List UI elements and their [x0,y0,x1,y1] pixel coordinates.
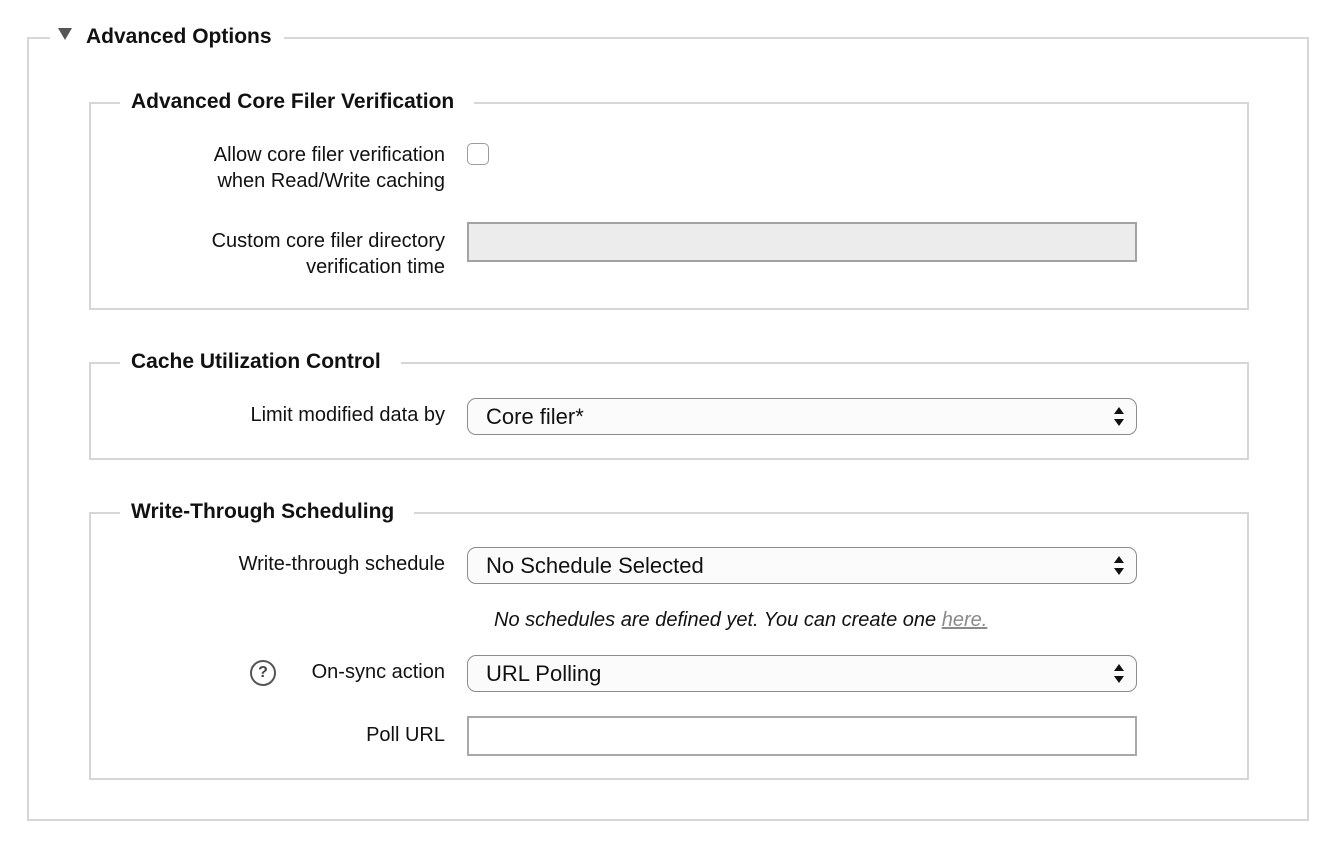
write-through-group-title: Write-Through Scheduling [120,498,415,526]
no-schedules-hint: No schedules are defined yet. You can cr… [494,609,988,631]
select-arrows-icon [1114,556,1124,576]
create-schedule-link[interactable]: here. [942,609,988,631]
advanced-options-title: Advanced Options [86,25,272,48]
limit-modified-data-label: Limit modified data by [250,404,445,426]
limit-modified-data-select[interactable]: Core filer* [467,398,1137,435]
on-sync-action-select[interactable]: URL Polling [467,655,1137,692]
custom-verification-time-input[interactable] [467,222,1137,262]
select-arrows-icon [1114,407,1124,427]
on-sync-action-value: URL Polling [486,661,602,686]
custom-verification-time-label: Custom core filer directory verification… [211,230,445,278]
help-icon[interactable]: ? [250,660,276,686]
cache-utilization-group-title: Cache Utilization Control [120,348,401,376]
allow-verification-checkbox[interactable] [467,143,489,165]
limit-modified-data-value: Core filer* [486,404,584,429]
verification-group-title: Advanced Core Filer Verification [120,88,475,116]
triangle-down-icon[interactable] [58,28,72,40]
write-through-schedule-select[interactable]: No Schedule Selected [467,547,1137,584]
write-through-schedule-value: No Schedule Selected [486,553,704,578]
poll-url-input[interactable] [467,716,1137,756]
select-arrows-icon [1114,664,1124,684]
write-through-schedule-label: Write-through schedule [238,553,445,575]
advanced-options-page: Advanced Options Advanced Core Filer Ver… [0,0,1338,850]
allow-verification-label: Allow core filer verification when Read/… [213,144,445,192]
on-sync-action-label: On-sync action [311,661,445,683]
poll-url-label: Poll URL [366,724,445,746]
advanced-options-header[interactable]: Advanced Options [50,22,284,52]
